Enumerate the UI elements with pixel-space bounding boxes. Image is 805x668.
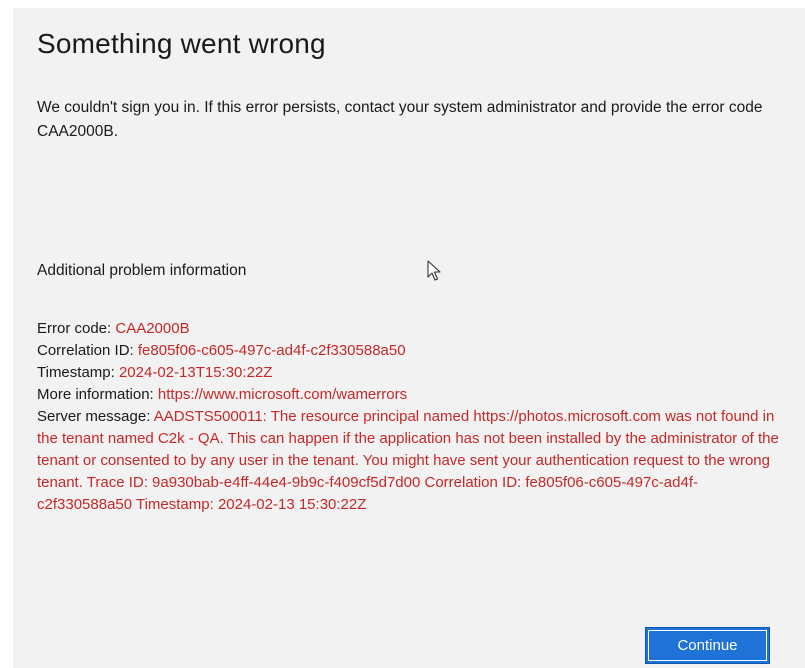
more-info-row: More information: https://www.microsoft.… (37, 384, 787, 406)
correlation-id-label: Correlation ID: (37, 342, 138, 359)
error-details: Error code: CAA2000B Correlation ID: fe8… (37, 318, 787, 516)
error-dialog: Something went wrong We couldn't sign yo… (13, 8, 805, 668)
error-message: We couldn't sign you in. If this error p… (37, 99, 763, 140)
timestamp-row: Timestamp: 2024-02-13T15:30:22Z (37, 362, 787, 384)
error-code-value: CAA2000B (115, 320, 190, 337)
additional-info-heading: Additional problem information (37, 262, 247, 279)
correlation-id-row: Correlation ID: fe805f06-c605-497c-ad4f-… (37, 340, 787, 362)
server-message-row: Server message: AADSTS500011: The resour… (37, 406, 787, 516)
timestamp-value: 2024-02-13T15:30:22Z (118, 364, 273, 381)
server-message-label: Server message: (37, 408, 154, 425)
error-code-row: Error code: CAA2000B (37, 318, 787, 340)
dialog-title: Something went wrong (37, 28, 326, 59)
correlation-id-value: fe805f06-c605-497c-ad4f-c2f330588a50 (137, 342, 406, 359)
more-info-link: https://www.microsoft.com/wamerrors (157, 386, 408, 403)
more-info-label: More information: (37, 386, 158, 403)
timestamp-label: Timestamp: (37, 364, 119, 381)
mouse-pointer-icon (427, 260, 441, 281)
error-code-label: Error code: (37, 320, 116, 337)
continue-button[interactable]: Continue (645, 627, 770, 664)
